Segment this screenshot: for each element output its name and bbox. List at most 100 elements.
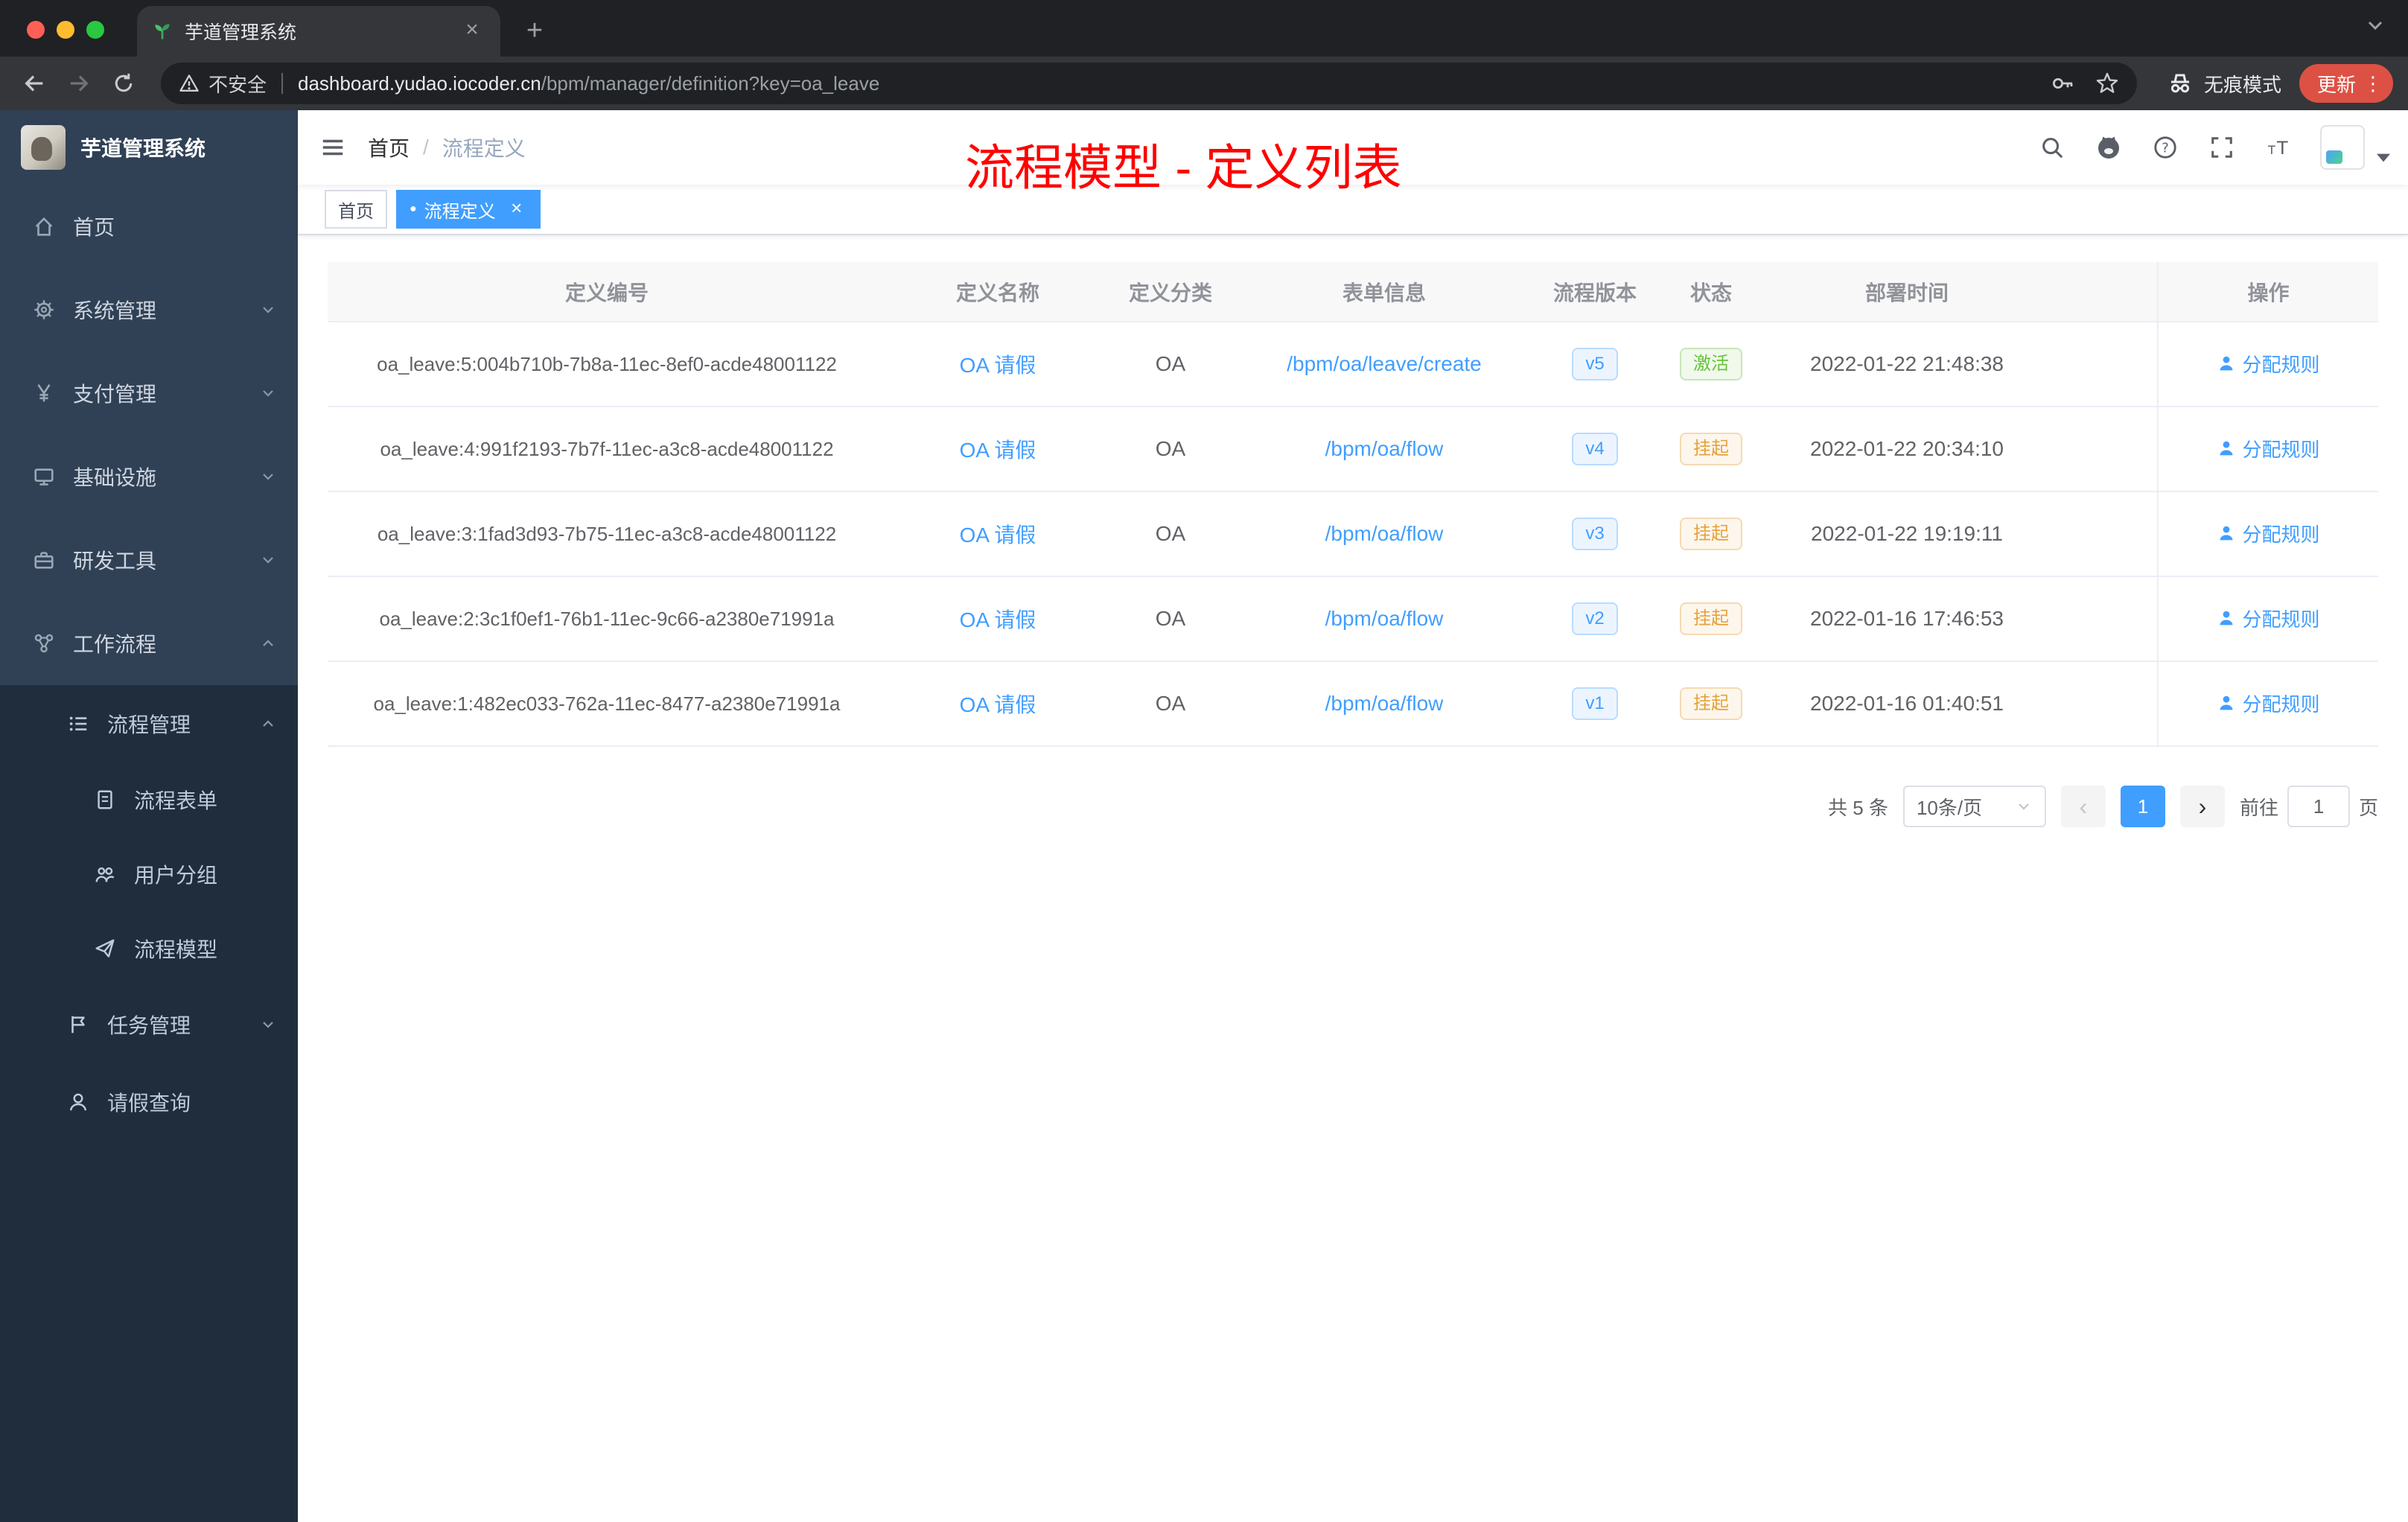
chevron-down-icon bbox=[259, 1016, 277, 1034]
new-tab-button[interactable]: + bbox=[515, 12, 554, 51]
address-bar[interactable]: 不安全 dashboard.yudao.iocoder.cn/bpm/manag… bbox=[161, 63, 2137, 104]
not-secure-warning-icon bbox=[179, 73, 200, 94]
status-badge: 挂起 bbox=[1680, 518, 1742, 550]
form-info-link[interactable]: /bpm/oa/flow bbox=[1325, 437, 1444, 460]
assign-rule-link[interactable]: 分配规则 bbox=[2217, 435, 2320, 462]
sidebar-item-leave-query[interactable]: 请假查询 bbox=[0, 1063, 298, 1141]
incognito-icon bbox=[2167, 70, 2194, 97]
search-icon[interactable] bbox=[2028, 124, 2076, 171]
sidebar-item-task-management[interactable]: 任务管理 bbox=[0, 986, 298, 1063]
tab-close-icon[interactable]: × bbox=[459, 18, 485, 45]
app-navbar: 首页 / 流程定义 bbox=[298, 110, 2408, 185]
table-row: oa_leave:5:004b710b-7b8a-11ec-8ef0-acde4… bbox=[328, 322, 2378, 407]
version-badge: v1 bbox=[1572, 687, 1618, 720]
tag-home[interactable]: 首页 bbox=[325, 190, 387, 229]
form-info-link[interactable]: /bpm/oa/flow bbox=[1325, 522, 1444, 545]
col-definition-id: 定义编号 bbox=[328, 262, 886, 322]
definition-name-link[interactable]: OA 请假 bbox=[960, 693, 1036, 716]
form-info-link[interactable]: /bpm/oa/flow bbox=[1325, 692, 1444, 715]
menu-dots-icon[interactable]: ⋮ bbox=[2363, 72, 2383, 95]
sidebar-item-devtools[interactable]: 研发工具 bbox=[0, 518, 298, 602]
browser-tab[interactable]: 芋道管理系统 × bbox=[137, 6, 500, 57]
tab-search-chevron-icon[interactable] bbox=[2363, 13, 2387, 37]
form-info-link[interactable]: /bpm/oa/flow bbox=[1325, 607, 1444, 630]
definition-table: 定义编号 定义名称 定义分类 表单信息 流程版本 状态 部署时间 操作 oa_l… bbox=[328, 262, 2378, 747]
sidebar-item-process-form[interactable]: 流程表单 bbox=[0, 762, 298, 837]
chevron-up-icon bbox=[259, 715, 277, 733]
sidebar-item-home[interactable]: 首页 bbox=[0, 185, 298, 268]
user-avatar[interactable] bbox=[2320, 125, 2365, 170]
not-secure-label: 不安全 bbox=[208, 73, 267, 96]
table-row: oa_leave:4:991f2193-7b7f-11ec-a3c8-acde4… bbox=[328, 407, 2378, 492]
sidebar-item-label: 研发工具 bbox=[73, 550, 157, 573]
sidebar-item-workflow[interactable]: 工作流程 bbox=[0, 602, 298, 685]
assign-rule-link[interactable]: 分配规则 bbox=[2217, 520, 2320, 547]
sidebar-item-label: 工作流程 bbox=[73, 633, 157, 656]
app-title: 芋道管理系统 bbox=[80, 137, 206, 160]
workflow-icon bbox=[33, 632, 55, 655]
assign-rule-link[interactable]: 分配规则 bbox=[2217, 605, 2320, 632]
window-fullscreen-button[interactable] bbox=[86, 21, 104, 39]
bookmark-star-icon[interactable] bbox=[2095, 71, 2119, 95]
chevron-down-icon bbox=[2015, 797, 2033, 815]
incognito-label: 无痕模式 bbox=[2203, 73, 2281, 96]
sidebar-item-user-group[interactable]: 用户分组 bbox=[0, 837, 298, 911]
avatar-caret-down-icon[interactable] bbox=[2377, 153, 2390, 162]
back-icon[interactable] bbox=[15, 64, 54, 103]
sidebar-toggle-hamburger-icon[interactable] bbox=[298, 135, 368, 160]
page-size-select[interactable]: 10条/页 bbox=[1902, 786, 2046, 827]
sidebar-item-label: 请假查询 bbox=[107, 1092, 191, 1115]
tag-close-icon[interactable]: × bbox=[506, 198, 527, 220]
person-icon bbox=[2217, 523, 2236, 543]
help-icon[interactable] bbox=[2141, 124, 2189, 171]
chevron-up-icon bbox=[259, 634, 277, 652]
definition-name-link[interactable]: OA 请假 bbox=[960, 439, 1036, 462]
assign-rule-link[interactable]: 分配规则 bbox=[2217, 350, 2320, 378]
font-size-icon[interactable] bbox=[2255, 124, 2302, 171]
definition-name-link[interactable]: OA 请假 bbox=[960, 354, 1036, 377]
fullscreen-icon[interactable] bbox=[2198, 124, 2246, 171]
page-unit-label: 页 bbox=[2358, 796, 2378, 819]
chrome-update-button[interactable]: 更新 ⋮ bbox=[2299, 64, 2393, 103]
spacer-cell bbox=[2045, 576, 2158, 662]
window-close-button[interactable] bbox=[27, 21, 45, 39]
goto-page-input[interactable] bbox=[2287, 786, 2350, 827]
spacer-cell bbox=[2045, 491, 2158, 577]
sidebar-item-payment[interactable]: 支付管理 bbox=[0, 351, 298, 435]
window-minimize-button[interactable] bbox=[57, 21, 74, 39]
security-chip[interactable]: 不安全 bbox=[179, 70, 267, 98]
sidebar-item-label: 基础设施 bbox=[73, 466, 157, 489]
app-logo-row[interactable]: 芋道管理系统 bbox=[0, 110, 298, 185]
definition-category: OA bbox=[1109, 661, 1232, 747]
reload-icon[interactable] bbox=[104, 64, 143, 103]
definition-name-link[interactable]: OA 请假 bbox=[960, 523, 1036, 547]
person-icon bbox=[2217, 693, 2236, 713]
definition-name-link[interactable]: OA 请假 bbox=[960, 608, 1036, 631]
github-icon[interactable] bbox=[2085, 124, 2133, 171]
prev-page-button[interactable]: ‹ bbox=[2060, 786, 2106, 827]
breadcrumb-separator: / bbox=[423, 136, 429, 159]
tag-process-definition[interactable]: ● 流程定义 × bbox=[396, 190, 541, 229]
incognito-badge[interactable]: 无痕模式 bbox=[2167, 70, 2281, 98]
next-page-button[interactable]: › bbox=[2179, 786, 2225, 827]
sidebar-item-process-model[interactable]: 流程模型 bbox=[0, 911, 298, 986]
password-key-icon[interactable] bbox=[2051, 71, 2074, 95]
goto-label: 前往 bbox=[2239, 796, 2278, 819]
table-row: oa_leave:3:1fad3d93-7b75-11ec-a3c8-acde4… bbox=[328, 491, 2378, 577]
breadcrumb-home[interactable]: 首页 bbox=[368, 133, 410, 162]
sidebar-item-infra[interactable]: 基础设施 bbox=[0, 435, 298, 518]
person-icon bbox=[2217, 354, 2236, 373]
sidebar-item-process-management[interactable]: 流程管理 bbox=[0, 685, 298, 762]
deploy-time: 2022-01-22 20:34:10 bbox=[1769, 407, 2045, 492]
assign-rule-link[interactable]: 分配规则 bbox=[2217, 690, 2320, 717]
favicon-sprout-icon bbox=[152, 21, 173, 42]
sidebar-item-system[interactable]: 系统管理 bbox=[0, 268, 298, 351]
forward-icon[interactable] bbox=[60, 64, 98, 103]
form-info-link[interactable]: /bpm/oa/leave/create bbox=[1287, 352, 1482, 375]
sidebar: 芋道管理系统 首页 系统管理 支付管理 基础设施 研发工具 工作流程 流程管理 … bbox=[0, 110, 298, 1522]
current-page-button[interactable]: 1 bbox=[2120, 786, 2165, 827]
status-badge: 挂起 bbox=[1680, 602, 1742, 635]
chevron-down-icon bbox=[259, 384, 277, 402]
table-row: oa_leave:2:3c1f0ef1-76b1-11ec-9c66-a2380… bbox=[328, 576, 2378, 662]
definition-id: oa_leave:1:482ec033-762a-11ec-8477-a2380… bbox=[328, 661, 886, 747]
